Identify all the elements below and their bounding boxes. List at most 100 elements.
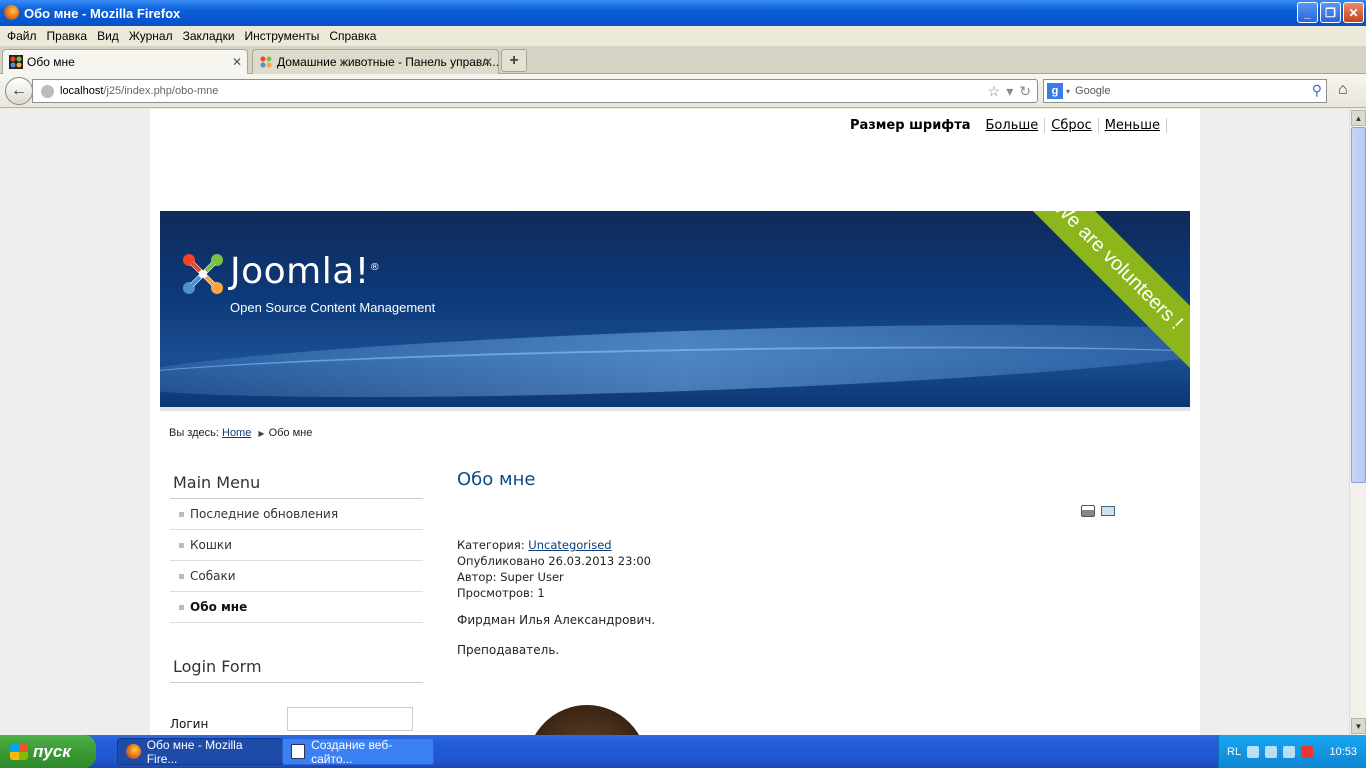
windows-flag-icon xyxy=(10,743,28,760)
login-form-title: Login Form xyxy=(170,653,423,683)
menu-item-cats[interactable]: Кошки xyxy=(170,530,423,561)
document-icon xyxy=(291,744,306,759)
window-titlebar[interactable]: Обо мне - Mozilla Firefox _ ❐ ✕ xyxy=(0,0,1366,26)
article-paragraph: Преподаватель. xyxy=(457,643,560,657)
clock[interactable]: 10:53 xyxy=(1329,746,1357,758)
start-label: пуск xyxy=(33,741,71,761)
bullet-icon xyxy=(179,573,184,579)
bullet-icon xyxy=(179,511,184,517)
site-banner: Joomla!® Open Source Content Management … xyxy=(160,211,1190,407)
close-button[interactable]: ✕ xyxy=(1343,2,1364,23)
joomla-favicon-icon xyxy=(9,55,23,69)
menu-item-dogs[interactable]: Собаки xyxy=(170,561,423,592)
reload-icon[interactable]: ↻ xyxy=(1019,83,1031,100)
menu-help[interactable]: Справка xyxy=(324,29,381,43)
breadcrumb-arrow-icon: ▶ xyxy=(258,429,265,438)
search-icon[interactable]: ⚲ xyxy=(1312,82,1322,99)
menu-edit[interactable]: Правка xyxy=(42,29,93,43)
bullet-icon xyxy=(179,542,184,548)
scroll-up-icon[interactable]: ▲ xyxy=(1351,110,1366,126)
joomla-logo-icon xyxy=(183,254,223,294)
navigation-toolbar: ← localhost/j25/index.php/obo-mne ☆ ▾ ↻ … xyxy=(0,74,1366,108)
engine-dropdown-icon[interactable]: ▾ xyxy=(1066,87,1070,96)
breadcrumb-home-link[interactable]: Home xyxy=(222,427,251,439)
url-path: /j25/index.php/obo-mne xyxy=(103,85,219,97)
article-title: Обо мне xyxy=(457,469,536,490)
menu-history[interactable]: Журнал xyxy=(124,29,178,43)
banner-divider xyxy=(160,407,1190,411)
antivirus-icon[interactable] xyxy=(1301,745,1314,758)
usb-icon[interactable] xyxy=(1283,745,1296,758)
history-dropdown-icon[interactable]: ▾ xyxy=(1006,83,1013,100)
tab-close-icon[interactable]: ✕ xyxy=(232,55,242,69)
font-bigger-link[interactable]: Больше xyxy=(980,118,1046,133)
font-reset-link[interactable]: Сброс xyxy=(1045,118,1099,133)
tab-obo-mne[interactable]: Обо мне ✕ xyxy=(2,49,248,74)
article-paragraph: Фирдман Илья Александрович. xyxy=(457,613,656,627)
taskbar: пуск Обо мне - Mozilla Fire... Создание … xyxy=(0,735,1366,768)
maximize-button[interactable]: ❐ xyxy=(1320,2,1341,23)
scroll-down-icon[interactable]: ▼ xyxy=(1351,718,1366,734)
start-button[interactable]: пуск xyxy=(0,735,96,768)
print-icon[interactable] xyxy=(1081,505,1095,517)
language-indicator[interactable]: RL xyxy=(1227,746,1241,758)
author: Автор: Super User xyxy=(457,570,564,584)
tab-bar: Обо мне ✕ Домашние животные - Панель упр… xyxy=(0,46,1366,74)
tray-expand-icon[interactable] xyxy=(1247,745,1260,758)
window-title: Обо мне - Mozilla Firefox xyxy=(24,5,181,21)
article: Обо мне Категория: Uncategorised Опублик… xyxy=(457,469,1117,735)
font-smaller-link[interactable]: Меньше xyxy=(1099,118,1167,133)
article-info: Категория: Uncategorised Опубликовано 26… xyxy=(457,537,651,601)
task-label: Обо мне - Mozilla Fire... xyxy=(146,737,243,766)
author-photo xyxy=(527,705,647,735)
menu-file[interactable]: Файл xyxy=(2,29,42,43)
category-link[interactable]: Uncategorised xyxy=(528,538,611,552)
google-icon[interactable]: g xyxy=(1047,83,1063,99)
task-label: Создание веб-сайто... xyxy=(311,737,393,766)
hits: Просмотров: 1 xyxy=(457,586,545,600)
bullet-icon xyxy=(179,604,184,610)
tab-close-icon[interactable]: ✕ xyxy=(483,55,493,69)
vertical-scrollbar[interactable]: ▲ ▼ xyxy=(1349,109,1366,735)
font-size-controls: Размер шрифта Больше Сброс Меньше xyxy=(850,118,1167,133)
left-sidebar: Main Menu Последние обновления Кошки Соб… xyxy=(170,469,423,735)
minimize-button[interactable]: _ xyxy=(1297,2,1318,23)
site-brand: Joomla!® xyxy=(230,251,381,292)
network-icon[interactable] xyxy=(1265,745,1278,758)
breadcrumb-current: Обо мне xyxy=(268,427,313,439)
menu-item-latest[interactable]: Последние обновления xyxy=(170,499,423,530)
menu-bookmarks[interactable]: Закладки xyxy=(178,29,240,43)
font-size-label: Размер шрифта xyxy=(849,118,971,133)
home-icon[interactable]: ⌂ xyxy=(1338,81,1348,99)
search-input[interactable]: Google xyxy=(1075,85,1110,97)
taskbar-word[interactable]: Создание веб-сайто... xyxy=(282,737,434,766)
tab-pets-admin[interactable]: Домашние животные - Панель управл... ✕ xyxy=(252,49,499,74)
new-tab-button[interactable]: + xyxy=(501,49,527,72)
url-bar[interactable]: localhost/j25/index.php/obo-mne ☆ ▾ ↻ xyxy=(32,79,1038,103)
firefox-icon xyxy=(4,5,19,20)
email-icon[interactable] xyxy=(1101,506,1115,516)
search-bar[interactable]: g ▾ Google ⚲ xyxy=(1043,79,1327,103)
tab-label: Обо мне xyxy=(27,55,75,69)
back-button[interactable]: ← xyxy=(5,77,33,105)
joomla-favicon-icon xyxy=(260,56,272,68)
breadcrumb: Вы здесь: Home ▶ Обо мне xyxy=(169,427,312,439)
scrollbar-thumb[interactable] xyxy=(1351,127,1366,483)
taskbar-firefox[interactable]: Обо мне - Mozilla Fire... xyxy=(117,737,283,766)
menu-tools[interactable]: Инструменты xyxy=(240,29,325,43)
username-input[interactable] xyxy=(287,707,413,731)
main-menu-title: Main Menu xyxy=(170,469,423,499)
category-label: Категория: xyxy=(457,538,525,552)
globe-icon xyxy=(41,84,54,98)
site-tagline: Open Source Content Management xyxy=(230,300,436,315)
site-page: Размер шрифта Больше Сброс Меньше Joomla… xyxy=(150,109,1200,735)
breadcrumb-prefix: Вы здесь: xyxy=(169,427,219,439)
bookmark-star-icon[interactable]: ☆ xyxy=(988,83,1001,100)
username-label: Логин xyxy=(170,717,209,731)
menu-view[interactable]: Вид xyxy=(92,29,124,43)
menu-item-about[interactable]: Обо мне xyxy=(170,592,423,623)
published-date: Опубликовано 26.03.2013 23:00 xyxy=(457,554,651,568)
system-tray: RL 10:53 xyxy=(1218,735,1366,768)
menu-bar: Файл Правка Вид Журнал Закладки Инструме… xyxy=(0,26,1366,46)
tab-label: Домашние животные - Панель управл... xyxy=(277,55,499,69)
